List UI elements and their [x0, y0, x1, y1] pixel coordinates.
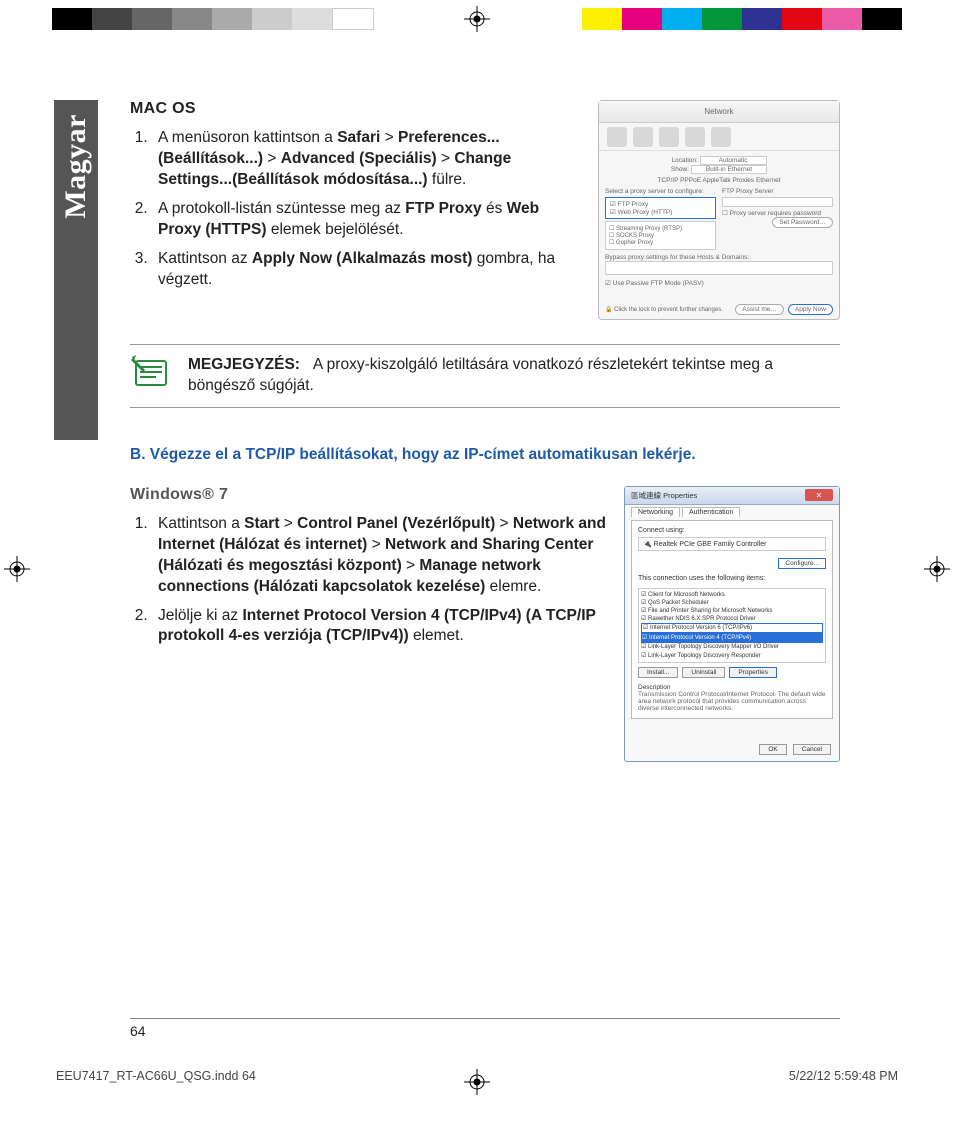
note-label: MEGJEGYZÉS:: [188, 356, 300, 373]
note-icon: [130, 355, 170, 389]
windows-step-1: Kattintson a Start > Control Panel (Vezé…: [152, 514, 610, 598]
page: Magyar MAC OS A menüsoron kattintson a S…: [0, 0, 954, 1123]
footer-date: 5/22/12 5:59:48 PM: [789, 1069, 898, 1083]
mac-steps: A menüsoron kattintson a Safari > Prefer…: [130, 128, 584, 290]
mac-shot-tabs: TCP/IP PPPoE AppleTalk Proxies Ethernet: [605, 177, 833, 184]
windows-heading: Windows® 7: [130, 486, 610, 504]
mac-shot-assist-button: Assist me…: [735, 304, 784, 315]
print-footer: EEU7417_RT-AC66U_QSG.indd 64 5/22/12 5:5…: [56, 1069, 898, 1083]
windows-section: Windows® 7 Kattintson a Start > Control …: [130, 486, 840, 762]
windows-properties-screenshot: 區域連線 Properties✕ NetworkingAuthenticatio…: [624, 486, 840, 762]
win-shot-ok-button: OK: [759, 744, 786, 755]
mac-network-screenshot: Network Location: Automatic Show: Built-…: [598, 100, 840, 320]
content-area: MAC OS A menüsoron kattintson a Safari >…: [130, 100, 840, 762]
page-number: 64: [130, 1018, 840, 1039]
language-tab-label: Magyar: [59, 114, 93, 219]
mac-heading: MAC OS: [130, 100, 584, 118]
mac-shot-toolbar: [599, 123, 839, 151]
section-b-heading: B. Végezze el a TCP/IP beállításokat, ho…: [130, 446, 840, 464]
registration-mark-icon: [464, 6, 490, 32]
mac-shot-apply-button: Apply Now: [788, 304, 833, 315]
win-shot-configure-button: Configure...: [778, 558, 826, 569]
mac-step-2: A protokoll-listán szüntesse meg az FTP …: [152, 199, 584, 241]
win-shot-title: 區域連線 Properties: [631, 490, 697, 501]
windows-steps: Kattintson a Start > Control Panel (Vezé…: [130, 514, 610, 648]
footer-file: EEU7417_RT-AC66U_QSG.indd 64: [56, 1069, 256, 1083]
close-icon: ✕: [805, 489, 833, 501]
mac-shot-proxy-highlight: ☑ FTP Proxy ☑ Web Proxy (HTTP): [605, 197, 716, 219]
mac-step-1: A menüsoron kattintson a Safari > Prefer…: [152, 128, 584, 191]
mac-section: MAC OS A menüsoron kattintson a Safari >…: [130, 100, 840, 320]
note-box: MEGJEGYZÉS: A proxy-kiszolgáló letiltásá…: [130, 344, 840, 408]
registration-mark-icon: [924, 556, 950, 582]
registration-mark-icon: [4, 556, 30, 582]
windows-step-2: Jelölje ki az Internet Protocol Version …: [152, 606, 610, 648]
mac-shot-title: Network: [599, 101, 839, 123]
win-shot-cancel-button: Cancel: [793, 744, 831, 755]
win-shot-properties-button: Properties: [729, 667, 777, 678]
language-tab: Magyar: [54, 100, 98, 440]
mac-step-3: Kattintson az Apply Now (Alkalmazás most…: [152, 249, 584, 291]
